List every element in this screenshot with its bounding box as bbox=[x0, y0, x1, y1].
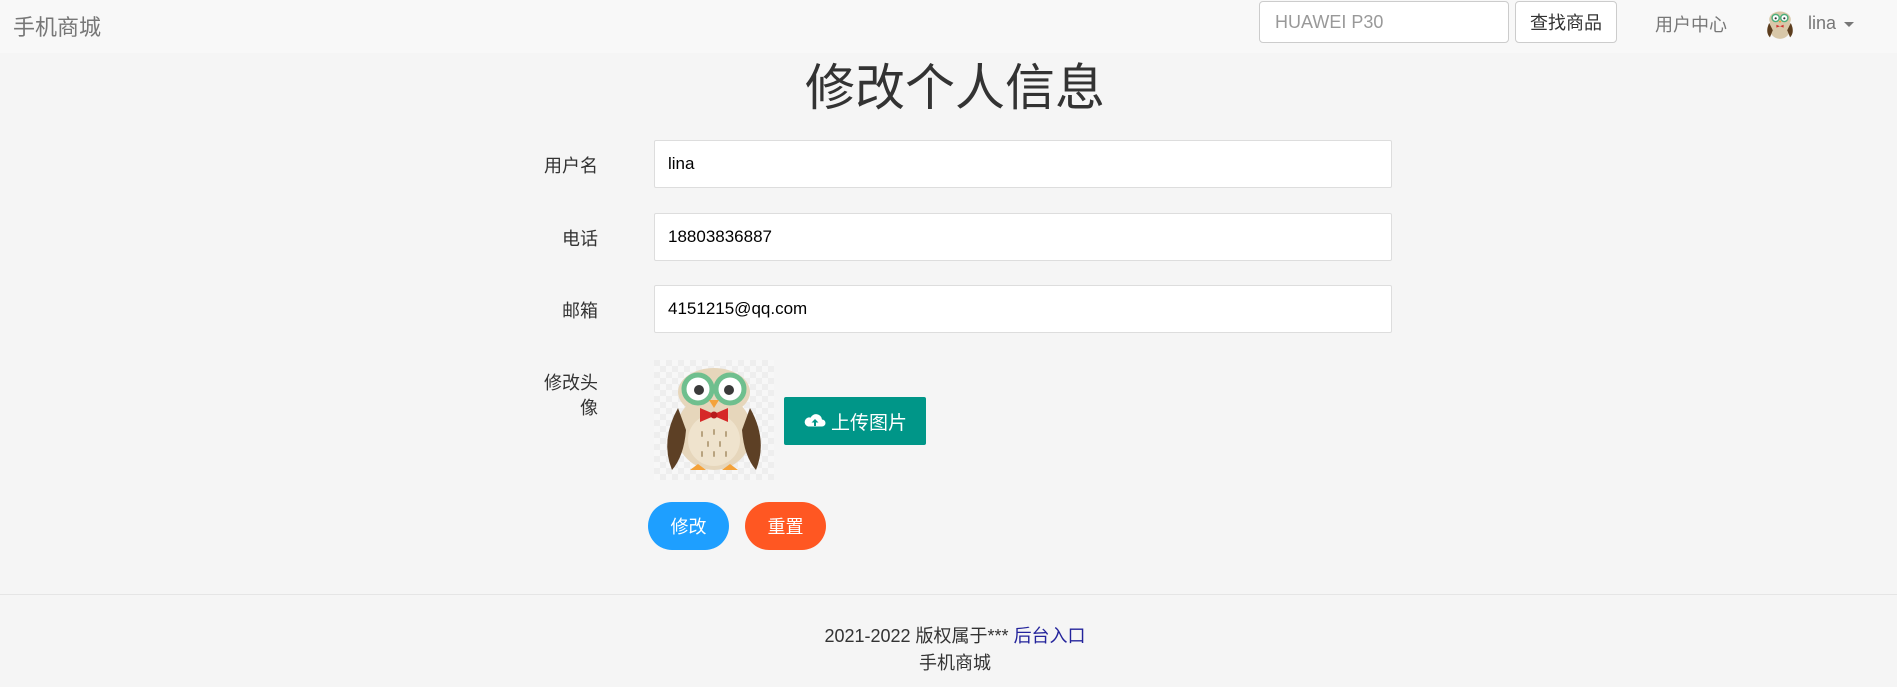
owl-avatar-image bbox=[654, 360, 774, 480]
footer-copyright-line: 2021-2022 版权属于*** 后台入口 bbox=[0, 622, 1897, 648]
admin-entry-link[interactable]: 后台入口 bbox=[1014, 626, 1086, 646]
footer: 2021-2022 版权属于*** 后台入口 手机商城 bbox=[0, 594, 1897, 687]
owl-avatar-icon bbox=[1767, 11, 1793, 39]
brand-link[interactable]: 手机商城 bbox=[13, 10, 101, 42]
user-center-link[interactable]: 用户中心 bbox=[1655, 11, 1727, 37]
reset-button[interactable]: 重置 bbox=[745, 502, 826, 550]
email-label: 邮箱 bbox=[562, 301, 598, 321]
navbar: 手机商城 查找商品 用户中心 lina bbox=[0, 0, 1897, 53]
upload-button-label: 上传图片 bbox=[830, 412, 907, 434]
search-input[interactable] bbox=[1259, 1, 1509, 43]
username-input[interactable] bbox=[654, 140, 1392, 188]
page-title: 修改个人信息 bbox=[805, 60, 1105, 116]
email-input[interactable] bbox=[654, 285, 1392, 333]
username-label: 用户名 bbox=[544, 156, 598, 176]
submit-button[interactable]: 修改 bbox=[648, 502, 729, 550]
avatar-label-line2: 像 bbox=[580, 398, 598, 418]
avatar-label-line1: 修改头 bbox=[544, 373, 598, 393]
search-button[interactable]: 查找商品 bbox=[1515, 1, 1617, 43]
avatar-label: 修改头 像 bbox=[478, 371, 598, 421]
nav-username: lina bbox=[1808, 12, 1837, 33]
upload-image-button[interactable]: 上传图片 bbox=[784, 397, 926, 445]
phone-label: 电话 bbox=[562, 229, 598, 249]
phone-input[interactable] bbox=[654, 213, 1392, 261]
cloud-upload-icon bbox=[804, 414, 826, 427]
copyright-text: 2021-2022 版权属于*** bbox=[824, 626, 1009, 646]
footer-site-name: 手机商城 bbox=[919, 653, 991, 673]
avatar-preview bbox=[654, 360, 774, 480]
user-menu-dropdown[interactable]: lina bbox=[1762, 3, 1855, 43]
chevron-down-icon bbox=[1844, 21, 1855, 27]
